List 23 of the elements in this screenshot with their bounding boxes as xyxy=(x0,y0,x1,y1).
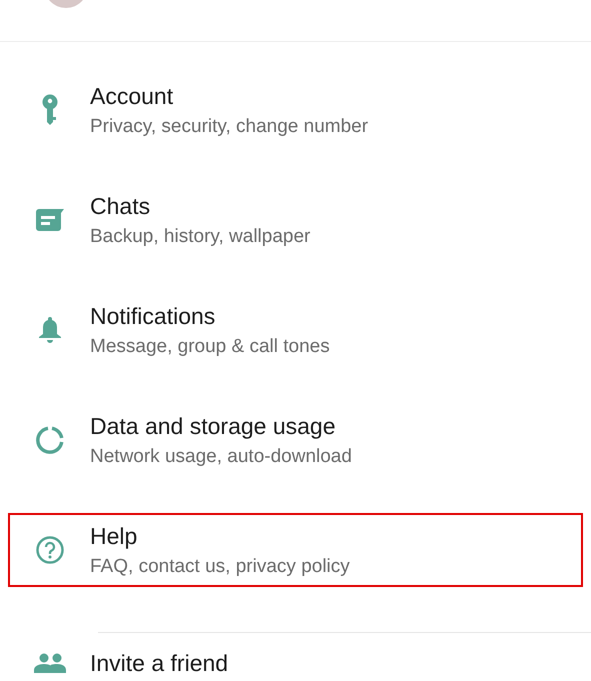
item-title: Notifications xyxy=(90,302,216,330)
settings-item[interactable]: Data and storage usage Network usage, auto-download xyxy=(8,403,583,477)
item-subtitle: Network usage, auto-download xyxy=(90,444,352,468)
settings-item[interactable]: Notifications Message, group & call tones xyxy=(8,293,583,367)
key-icon xyxy=(42,94,58,126)
data-usage-icon xyxy=(36,426,64,454)
item-title: Invite a friend xyxy=(90,649,228,678)
bell-icon xyxy=(39,317,61,343)
item-subtitle: Message, group & call tones xyxy=(90,334,330,358)
item-subtitle: Privacy, security, change number xyxy=(90,114,368,138)
chat-icon xyxy=(36,209,64,231)
settings-item[interactable]: Chats Backup, history, wallpaper xyxy=(8,183,583,257)
settings-item[interactable]: Account Privacy, security, change number xyxy=(8,73,583,147)
item-title: Chats xyxy=(90,192,152,220)
settings-item[interactable]: Invite a friend xyxy=(8,643,583,681)
item-subtitle: FAQ, contact us, privacy policy xyxy=(90,554,350,578)
help-icon xyxy=(36,536,64,564)
item-title: Account xyxy=(90,82,174,110)
item-title: Data and storage usage xyxy=(90,412,337,440)
settings-item[interactable]: Help FAQ, contact us, privacy policy xyxy=(8,513,583,587)
item-title: Help xyxy=(90,522,138,550)
item-subtitle: Backup, history, wallpaper xyxy=(90,224,310,248)
people-icon xyxy=(34,653,66,673)
